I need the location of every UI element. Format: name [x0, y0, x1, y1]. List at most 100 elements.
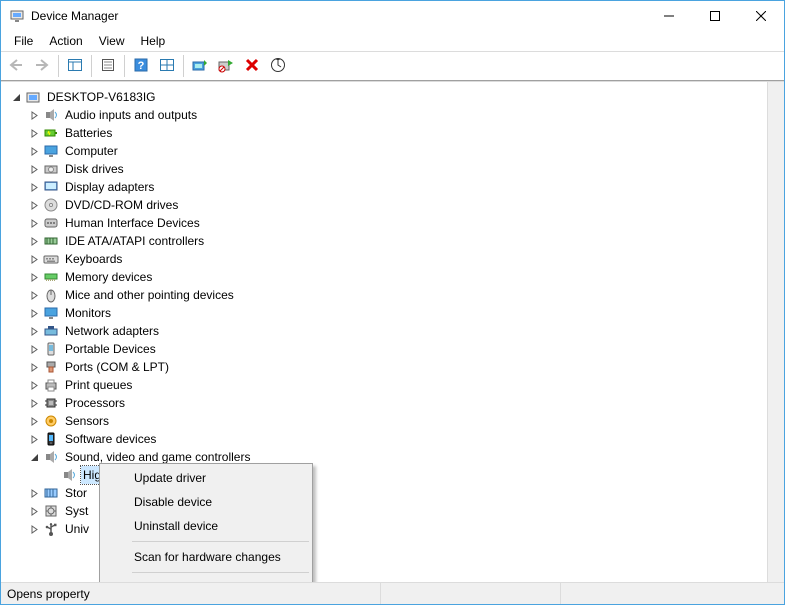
tree-category-label: DVD/CD-ROM drives	[63, 196, 180, 214]
expand-arrow-icon[interactable]	[27, 198, 41, 212]
titlebar: Device Manager	[1, 1, 784, 31]
update-driver-icon	[192, 57, 208, 76]
vertical-scrollbar[interactable]	[767, 82, 784, 582]
expand-arrow-icon[interactable]	[27, 306, 41, 320]
tree-category[interactable]: Print queues	[5, 376, 784, 394]
context-menu-item[interactable]: Scan for hardware changes	[102, 545, 310, 569]
close-button[interactable]	[738, 1, 784, 31]
expand-arrow-icon[interactable]	[27, 234, 41, 248]
tree-category[interactable]: Sensors	[5, 412, 784, 430]
expand-arrow-icon[interactable]	[27, 522, 41, 536]
expand-arrow-icon[interactable]	[27, 126, 41, 140]
software-icon	[43, 431, 59, 447]
disable-icon	[218, 57, 234, 76]
tree-category[interactable]: IDE ATA/ATAPI controllers	[5, 232, 784, 250]
expand-arrow-icon[interactable]	[27, 216, 41, 230]
tree-category[interactable]: Batteries	[5, 124, 784, 142]
tree-category[interactable]: Computer	[5, 142, 784, 160]
show-hide-console-tree-button[interactable]	[63, 54, 87, 78]
scan-hardware-button[interactable]	[266, 54, 290, 78]
expand-arrow-icon[interactable]	[27, 504, 41, 518]
expand-arrow-icon[interactable]	[27, 180, 41, 194]
device-manager-window: Device Manager File Action View Help ? D…	[0, 0, 785, 605]
minimize-button[interactable]	[646, 1, 692, 31]
expand-arrow-icon[interactable]	[27, 360, 41, 374]
app-icon	[9, 8, 25, 24]
expand-arrow-icon[interactable]	[27, 288, 41, 302]
tree-category[interactable]: Portable Devices	[5, 340, 784, 358]
action-center-button[interactable]	[155, 54, 179, 78]
tree-category[interactable]: Ports (COM & LPT)	[5, 358, 784, 376]
sensor-icon	[43, 413, 59, 429]
menu-view[interactable]: View	[92, 32, 132, 50]
uninstall-device-button[interactable]	[240, 54, 264, 78]
expand-arrow-icon[interactable]	[27, 252, 41, 266]
tree-category-label: Keyboards	[63, 250, 124, 268]
expand-arrow-icon[interactable]	[27, 396, 41, 410]
monitor-icon	[43, 143, 59, 159]
tree-category-label: Stor	[63, 484, 89, 502]
context-menu-item[interactable]: Uninstall device	[102, 514, 310, 538]
expand-arrow-icon[interactable]	[27, 108, 41, 122]
expand-arrow-icon[interactable]	[27, 486, 41, 500]
expand-arrow-icon[interactable]	[27, 270, 41, 284]
tree-category[interactable]: Human Interface Devices	[5, 214, 784, 232]
tree-category[interactable]: Memory devices	[5, 268, 784, 286]
tree-category[interactable]: Network adapters	[5, 322, 784, 340]
menu-action[interactable]: Action	[42, 32, 89, 50]
expand-arrow-icon[interactable]	[27, 162, 41, 176]
context-menu-item[interactable]: Update driver	[102, 466, 310, 490]
context-menu: Update driverDisable deviceUninstall dev…	[99, 463, 313, 582]
tree-category-label: Audio inputs and outputs	[63, 106, 199, 124]
statusbar-text: Opens property	[1, 583, 381, 604]
tree-category-label: Sensors	[63, 412, 111, 430]
hid-icon	[43, 215, 59, 231]
speaker-icon	[43, 107, 59, 123]
tree-category-label: Syst	[63, 502, 90, 520]
tree-category[interactable]: Keyboards	[5, 250, 784, 268]
tree-category-label: Print queues	[63, 376, 134, 394]
properties-button[interactable]	[96, 54, 120, 78]
tree-category[interactable]: Processors	[5, 394, 784, 412]
menu-file[interactable]: File	[7, 32, 40, 50]
statusbar-cell-3	[561, 583, 784, 604]
menubar: File Action View Help	[1, 31, 784, 51]
printer-icon	[43, 377, 59, 393]
tree-category[interactable]: DVD/CD-ROM drives	[5, 196, 784, 214]
tree-category-label: Disk drives	[63, 160, 126, 178]
window-title: Device Manager	[31, 9, 118, 23]
expand-arrow-icon[interactable]	[27, 342, 41, 356]
tree-category[interactable]: Display adapters	[5, 178, 784, 196]
back-button[interactable]	[4, 54, 28, 78]
context-menu-item[interactable]: Properties	[102, 576, 310, 582]
uninstall-icon	[244, 57, 260, 76]
tree-category[interactable]: Software devices	[5, 430, 784, 448]
grid-icon	[159, 57, 175, 76]
cpu-icon	[43, 395, 59, 411]
tree-root[interactable]: DESKTOP-V6183IG	[5, 88, 784, 106]
content-area: DESKTOP-V6183IG Audio inputs and outputs…	[1, 81, 784, 582]
help-button[interactable]: ?	[129, 54, 153, 78]
menu-help[interactable]: Help	[134, 32, 173, 50]
context-menu-item[interactable]: Disable device	[102, 490, 310, 514]
tree-category[interactable]: Disk drives	[5, 160, 784, 178]
expand-arrow-icon[interactable]	[27, 432, 41, 446]
maximize-button[interactable]	[692, 1, 738, 31]
tree-category[interactable]: Audio inputs and outputs	[5, 106, 784, 124]
forward-button[interactable]	[30, 54, 54, 78]
disable-device-button[interactable]	[214, 54, 238, 78]
tree-category[interactable]: Mice and other pointing devices	[5, 286, 784, 304]
network-icon	[43, 323, 59, 339]
expand-arrow-icon[interactable]	[27, 414, 41, 428]
collapse-arrow-icon[interactable]	[9, 90, 23, 104]
scan-icon	[270, 57, 286, 76]
properties-icon	[100, 57, 116, 76]
context-menu-separator	[132, 572, 309, 573]
update-driver-button[interactable]	[188, 54, 212, 78]
tree-category[interactable]: Monitors	[5, 304, 784, 322]
collapse-arrow-icon[interactable]	[27, 450, 41, 464]
expand-arrow-icon[interactable]	[27, 324, 41, 338]
tree-category-label: Ports (COM & LPT)	[63, 358, 171, 376]
expand-arrow-icon[interactable]	[27, 144, 41, 158]
expand-arrow-icon[interactable]	[27, 378, 41, 392]
